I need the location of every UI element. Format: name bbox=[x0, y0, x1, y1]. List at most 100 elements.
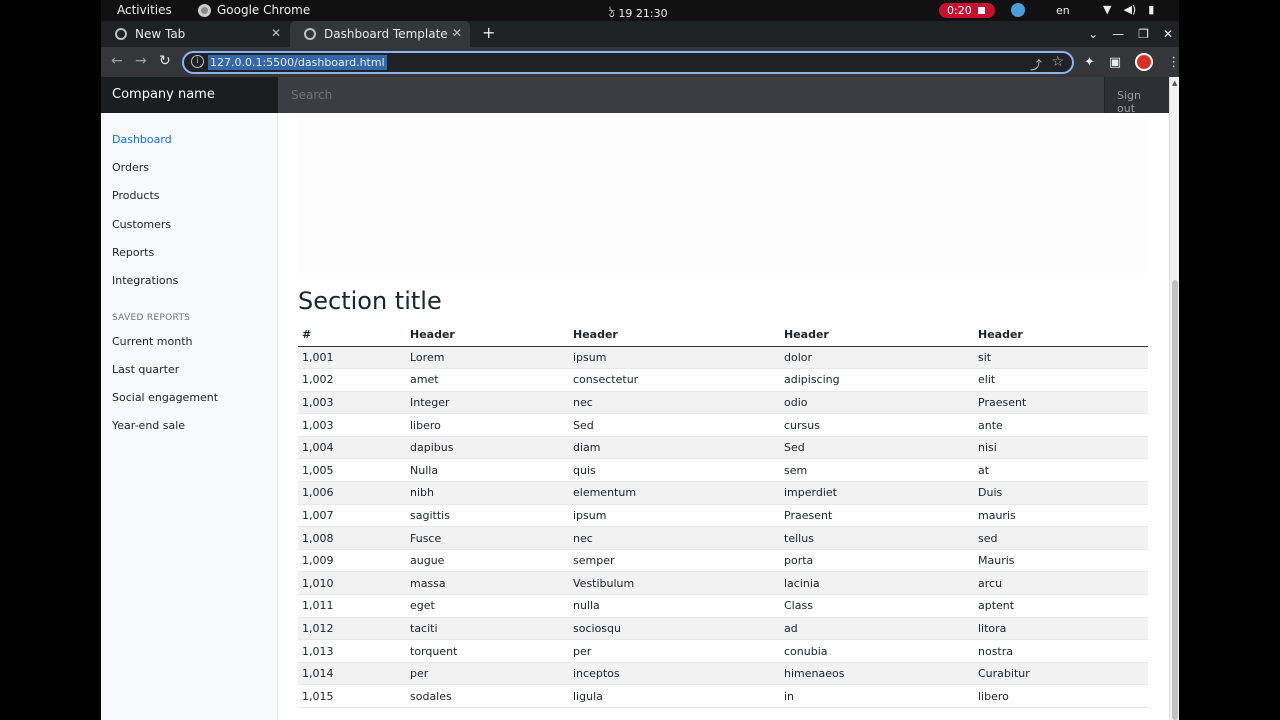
table-row: 1,008 Fusce nec tellus sed bbox=[298, 526, 1148, 550]
language-indicator[interactable]: en bbox=[1056, 4, 1070, 17]
table-row: 1,006 nibh elementum imperdiet Duis bbox=[298, 481, 1148, 505]
table-cell: augue bbox=[410, 554, 445, 568]
table-cell: 1,011 bbox=[302, 599, 334, 613]
table-cell: 1,008 bbox=[302, 531, 334, 545]
share-icon[interactable]: ⤴ bbox=[1030, 56, 1042, 73]
table-cell: Mauris bbox=[978, 554, 1015, 568]
forward-arrow-icon[interactable]: → bbox=[135, 53, 147, 69]
bookmark-star-icon[interactable]: ☆ bbox=[1051, 54, 1064, 70]
tab-search-chevron-icon[interactable]: ⌄ bbox=[1088, 27, 1098, 41]
table-row: 1,003 libero Sed cursus ante bbox=[298, 414, 1148, 437]
tab-title: New Tab bbox=[135, 27, 186, 41]
table-row: 1,005 Nulla quis sem at bbox=[298, 459, 1148, 482]
column-header: # bbox=[298, 324, 406, 347]
table-cell: Integer bbox=[410, 395, 450, 409]
table-cell: dolor bbox=[784, 350, 813, 364]
saved-reports-heading: SAVED REPORTS bbox=[112, 313, 191, 323]
table-cell: 1,006 bbox=[302, 486, 334, 500]
table-row: 1,010 massa Vestibulum lacinia arcu bbox=[298, 571, 1148, 595]
table-cell: conubia bbox=[784, 644, 828, 658]
app-name: Google Chrome bbox=[217, 3, 311, 17]
profile-avatar-icon[interactable] bbox=[1135, 53, 1154, 71]
url-text[interactable]: 127.0.0.1:5500/dashboard.html bbox=[208, 55, 387, 70]
table-cell: mauris bbox=[978, 508, 1016, 522]
table-cell: 1,007 bbox=[302, 508, 334, 522]
table-cell: per bbox=[573, 644, 592, 658]
table-row: 1,014 per inceptos himenaeos Curabitur bbox=[298, 662, 1148, 685]
tab-dashboard[interactable]: Dashboard Template · Bo ✕ bbox=[290, 21, 470, 47]
globe-icon bbox=[304, 28, 316, 40]
maximize-icon[interactable]: ❐ bbox=[1138, 27, 1149, 41]
brand-link[interactable]: Company name bbox=[101, 77, 278, 113]
reload-icon[interactable]: ↻ bbox=[159, 53, 171, 69]
screen: Activities Google Chrome ঠ 19 21:30 0:20… bbox=[101, 0, 1179, 720]
telegram-icon[interactable] bbox=[1011, 3, 1025, 17]
side-panel-icon[interactable]: ▣ bbox=[1109, 55, 1121, 70]
battery-icon: ▮ bbox=[1148, 3, 1155, 16]
kebab-menu-icon[interactable]: ⋮ bbox=[1167, 55, 1179, 70]
back-arrow-icon[interactable]: ← bbox=[111, 53, 123, 69]
page-navbar: Company name Search Sign out bbox=[101, 77, 1169, 115]
table-cell: adipiscing bbox=[784, 373, 840, 387]
address-bar[interactable]: i 127.0.0.1:5500/dashboard.html ⤴ ☆ bbox=[182, 51, 1074, 74]
sidebar-item-products[interactable]: Products bbox=[112, 189, 160, 202]
close-window-icon[interactable]: ✕ bbox=[1163, 27, 1173, 41]
recording-indicator[interactable]: 0:20 bbox=[939, 3, 995, 18]
table-row: 1,001 Lorem ipsum dolor sit bbox=[298, 346, 1148, 369]
table-cell: massa bbox=[410, 576, 446, 590]
table-cell: Praesent bbox=[978, 395, 1027, 409]
table-cell: ante bbox=[978, 418, 1003, 432]
sidebar-item-integrations[interactable]: Integrations bbox=[112, 274, 178, 287]
toolbar-actions: ✦ ▣ ⋮ bbox=[1084, 53, 1179, 71]
column-header: Header bbox=[569, 324, 780, 347]
search-input[interactable]: Search bbox=[278, 77, 1104, 113]
new-tab-plus-icon[interactable]: + bbox=[482, 23, 495, 42]
minimize-icon[interactable]: — bbox=[1112, 27, 1124, 41]
scrollbar-thumb[interactable] bbox=[1172, 280, 1178, 720]
table-cell: Fusce bbox=[410, 531, 442, 545]
saved-report-current-month[interactable]: Current month bbox=[112, 335, 193, 348]
table-cell: diam bbox=[573, 441, 601, 455]
system-status-area[interactable]: ▼ ◀) ▮ bbox=[1103, 3, 1154, 16]
table-row: 1,012 taciti sociosqu ad litora bbox=[298, 617, 1148, 640]
sidebar-item-orders[interactable]: Orders bbox=[112, 161, 149, 174]
scroll-up-arrow-icon[interactable]: ▲ bbox=[1172, 79, 1177, 87]
tab-title: Dashboard Template · Bo bbox=[324, 27, 456, 41]
table-cell: himenaeos bbox=[784, 667, 845, 681]
table-cell: sagittis bbox=[410, 508, 450, 522]
sidebar-item-reports[interactable]: Reports bbox=[112, 246, 154, 259]
table-cell: aptent bbox=[978, 599, 1015, 613]
table-cell: 1,009 bbox=[302, 554, 334, 568]
saved-report-social-engagement[interactable]: Social engagement bbox=[112, 391, 218, 404]
table-cell: 1,003 bbox=[302, 418, 334, 432]
app-menu[interactable]: Google Chrome bbox=[198, 3, 310, 17]
column-header: Header bbox=[780, 324, 974, 347]
tab-strip: New Tab ✕ Dashboard Template · Bo ✕ bbox=[101, 21, 1179, 47]
table-cell: sit bbox=[978, 350, 992, 364]
table-cell: Praesent bbox=[784, 508, 833, 522]
sidebar-item-customers[interactable]: Customers bbox=[112, 218, 171, 231]
table-cell: Nulla bbox=[410, 463, 439, 477]
activities-button[interactable]: Activities bbox=[117, 3, 172, 17]
saved-report-last-quarter[interactable]: Last quarter bbox=[112, 363, 179, 376]
table-cell: Class bbox=[784, 599, 813, 613]
tab-new-tab[interactable]: New Tab ✕ bbox=[101, 21, 289, 47]
close-tab-icon[interactable]: ✕ bbox=[452, 26, 462, 40]
table-row: 1,002 amet consectetur adipiscing elit bbox=[298, 369, 1148, 392]
site-info-icon[interactable]: i bbox=[191, 55, 204, 68]
extensions-puzzle-icon[interactable]: ✦ bbox=[1084, 55, 1095, 70]
table-cell: 1,010 bbox=[302, 576, 334, 590]
table-cell: porta bbox=[784, 554, 814, 568]
table-row: 1,009 augue semper porta Mauris bbox=[298, 549, 1148, 572]
table-cell: elit bbox=[978, 373, 996, 387]
sign-out-link[interactable]: Sign out bbox=[1105, 77, 1169, 115]
page-scrollbar[interactable]: ▲ bbox=[1169, 77, 1179, 720]
column-header: Header bbox=[974, 324, 1148, 347]
table-cell: libero bbox=[978, 689, 1009, 703]
table-cell: odio bbox=[784, 395, 808, 409]
table-cell: per bbox=[410, 667, 429, 681]
table-cell: semper bbox=[573, 554, 615, 568]
saved-report-year-end-sale[interactable]: Year-end sale bbox=[112, 419, 185, 432]
sidebar-item-dashboard[interactable]: Dashboard bbox=[112, 133, 172, 146]
close-tab-icon[interactable]: ✕ bbox=[271, 26, 281, 40]
